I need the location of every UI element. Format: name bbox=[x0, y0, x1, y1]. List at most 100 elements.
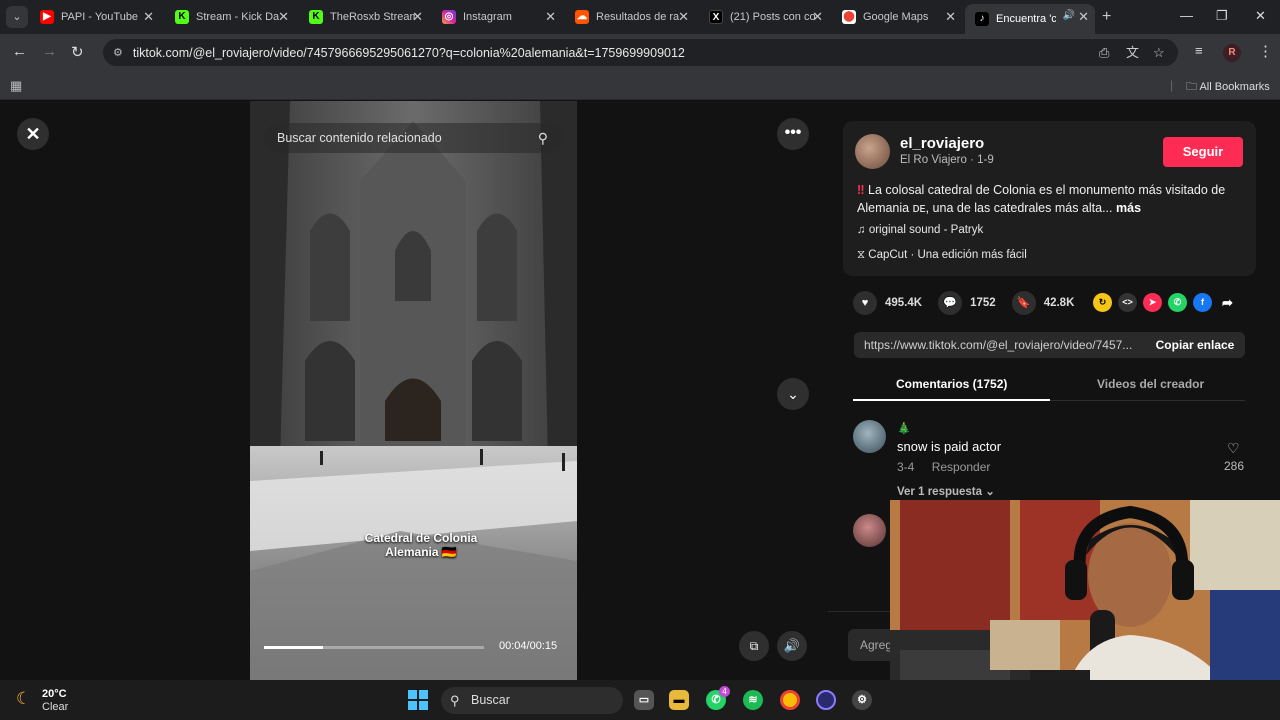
facebook-icon[interactable]: f bbox=[1193, 293, 1212, 312]
view-replies-button[interactable]: Ver 1 respuesta ⌄ bbox=[897, 484, 995, 498]
restore-button[interactable]: ❐ bbox=[1216, 8, 1228, 24]
close-tab-icon[interactable]: ✕ bbox=[812, 9, 823, 25]
whatsapp-icon[interactable]: ✆ bbox=[1168, 293, 1187, 312]
browser-tab-x[interactable]: X (21) Posts con co ✕ bbox=[699, 4, 829, 30]
search-icon[interactable]: ⚲ bbox=[538, 123, 548, 153]
video-progress-fill bbox=[264, 646, 324, 649]
chrome-icon[interactable] bbox=[780, 690, 800, 710]
close-window-button[interactable]: ✕ bbox=[1255, 8, 1266, 24]
tab-title: PAPI - YouTube bbox=[61, 11, 139, 23]
tab-creator-videos[interactable]: Videos del creador bbox=[1097, 377, 1204, 391]
tab-search-button[interactable]: ⌄ bbox=[6, 6, 28, 28]
address-bar[interactable]: ⚙ tiktok.com/@el_roviajero/video/7457966… bbox=[103, 39, 1178, 66]
embed-icon[interactable]: <> bbox=[1118, 293, 1137, 312]
all-bookmarks-label: All Bookmarks bbox=[1199, 81, 1270, 93]
more-options-button[interactable]: ••• bbox=[777, 118, 809, 150]
youtube-icon: ▶ bbox=[40, 10, 54, 24]
sound-name: original sound - Patryk bbox=[868, 224, 984, 236]
speaker-icon[interactable]: 🔊 bbox=[1063, 10, 1075, 21]
new-tab-button[interactable]: + bbox=[1102, 8, 1111, 26]
creator-display-name: El Ro Viajero bbox=[900, 154, 967, 166]
bookmarks-divider: | bbox=[1170, 78, 1174, 92]
heart-icon[interactable]: ♥ bbox=[853, 291, 877, 315]
video-progress-bar[interactable] bbox=[264, 646, 484, 649]
cathedral-video-frame bbox=[250, 101, 577, 680]
repost-icon[interactable]: ↻ bbox=[1093, 293, 1112, 312]
back-arrow-icon[interactable]: ← bbox=[12, 43, 27, 60]
weather-condition[interactable]: Clear bbox=[42, 701, 68, 713]
reload-icon[interactable]: ↻ bbox=[71, 43, 84, 61]
comment-icon[interactable]: 💬 bbox=[938, 291, 963, 315]
close-tab-icon[interactable]: ✕ bbox=[945, 9, 956, 25]
comment-avatar[interactable] bbox=[853, 514, 886, 547]
close-tab-icon[interactable]: ✕ bbox=[1078, 9, 1089, 25]
forward-arrow-icon[interactable]: → bbox=[42, 43, 57, 60]
file-explorer-icon[interactable]: ▬ bbox=[669, 690, 689, 710]
browser-tab-kick-1[interactable]: K Stream - Kick Da ✕ bbox=[165, 4, 295, 30]
notification-badge: 4 bbox=[719, 686, 730, 697]
comment-meta: 3-4 Responder bbox=[897, 460, 990, 474]
minimize-button[interactable]: — bbox=[1180, 8, 1193, 23]
browser-tab-results[interactable]: ☁ Resultados de ra ✕ bbox=[565, 4, 695, 30]
browser-tab-kick-2[interactable]: K TheRosxb Stream ✕ bbox=[299, 4, 429, 30]
related-search-input[interactable]: Buscar contenido relacionado ⚲ bbox=[264, 123, 564, 153]
browser-tab-google-maps[interactable]: ⬤ Google Maps ✕ bbox=[832, 4, 962, 30]
windows-start-icon[interactable] bbox=[408, 690, 428, 710]
comment-username[interactable]: 🎄 bbox=[897, 422, 911, 435]
browser-tab-instagram[interactable]: ◎ Instagram ✕ bbox=[432, 4, 562, 30]
capcut-label: CapCut · Una edición más fácil bbox=[868, 249, 1027, 261]
close-tab-icon[interactable]: ✕ bbox=[143, 9, 154, 25]
comment-avatar[interactable] bbox=[853, 420, 886, 453]
spotify-icon[interactable]: ≋ bbox=[743, 690, 763, 710]
translate-icon[interactable]: 文 bbox=[1126, 39, 1139, 66]
close-tab-icon[interactable]: ✕ bbox=[278, 9, 289, 25]
close-tab-icon[interactable]: ✕ bbox=[545, 9, 556, 25]
music-note-icon: ♫ bbox=[857, 224, 869, 236]
save-count: 42.8K bbox=[1043, 297, 1075, 309]
comment-like-icon[interactable]: ♡ bbox=[1227, 440, 1240, 457]
taskbar-search[interactable]: ⚲ Buscar bbox=[441, 687, 623, 714]
browser-menu-icon[interactable]: ⋮ bbox=[1258, 42, 1273, 60]
reply-button[interactable]: Responder bbox=[932, 460, 991, 474]
next-video-button[interactable]: ⌄ bbox=[777, 378, 809, 410]
send-icon[interactable]: ➤ bbox=[1143, 293, 1162, 312]
close-video-button[interactable]: ✕ bbox=[17, 118, 49, 150]
copy-link-button[interactable]: Copiar enlace bbox=[1145, 332, 1245, 358]
floating-player-button[interactable]: ⧉ bbox=[739, 631, 769, 661]
tab-title: Google Maps bbox=[863, 11, 929, 23]
active-tab-underline bbox=[853, 399, 1050, 401]
browser-tab-youtube[interactable]: ▶ PAPI - YouTube ✕ bbox=[30, 4, 160, 30]
video-player[interactable]: Buscar contenido relacionado ⚲ Catedral … bbox=[250, 101, 577, 680]
site-info-icon[interactable]: ⚙ bbox=[113, 46, 123, 59]
location-caption-line-1: Catedral de Colonia bbox=[364, 531, 478, 545]
browser-tab-tiktok[interactable]: ♪ Encuentra 'co 🔊 ✕ bbox=[965, 4, 1095, 34]
settings-gear-icon[interactable]: ⚙ bbox=[852, 690, 872, 710]
share-arrow-icon[interactable]: ➦ bbox=[1218, 293, 1237, 312]
moon-weather-icon[interactable]: ☾ bbox=[16, 689, 31, 709]
task-view-icon[interactable]: ▭ bbox=[634, 690, 654, 710]
follow-button[interactable]: Seguir bbox=[1163, 137, 1243, 167]
close-tab-icon[interactable]: ✕ bbox=[678, 9, 689, 25]
sound-link[interactable]: ♫ original sound - Patryk bbox=[857, 224, 983, 236]
volume-button[interactable]: 🔊 bbox=[777, 631, 807, 661]
weather-temperature[interactable]: 20°C bbox=[42, 688, 67, 700]
creator-username[interactable]: el_roviajero bbox=[900, 135, 984, 152]
post-date: 1-9 bbox=[977, 154, 994, 166]
google-maps-icon: ⬤ bbox=[842, 10, 856, 24]
all-bookmarks-button[interactable]: 🗀 All Bookmarks bbox=[1186, 78, 1270, 97]
reading-list-icon[interactable]: ≡ bbox=[1195, 43, 1203, 58]
apps-grid-icon[interactable]: ▦ bbox=[10, 78, 22, 94]
bookmark-star-icon[interactable]: ☆ bbox=[1153, 39, 1165, 66]
close-tab-icon[interactable]: ✕ bbox=[412, 9, 423, 25]
tab-comments[interactable]: Comentarios (1752) bbox=[896, 377, 1007, 391]
capcut-link[interactable]: ⧖ CapCut · Una edición más fácil bbox=[857, 249, 1027, 262]
tab-title: Resultados de ra bbox=[596, 11, 680, 23]
related-search-placeholder: Buscar contenido relacionado bbox=[277, 131, 442, 145]
creator-subline: El Ro Viajero · 1-9 bbox=[900, 154, 994, 166]
description-more-link[interactable]: más bbox=[1116, 201, 1141, 215]
profile-avatar[interactable]: R bbox=[1223, 44, 1241, 62]
creator-avatar[interactable] bbox=[855, 134, 890, 169]
install-app-icon[interactable]: ⎙ bbox=[1099, 39, 1109, 66]
app-icon[interactable] bbox=[816, 690, 836, 710]
bookmark-icon[interactable]: 🔖 bbox=[1011, 291, 1036, 315]
